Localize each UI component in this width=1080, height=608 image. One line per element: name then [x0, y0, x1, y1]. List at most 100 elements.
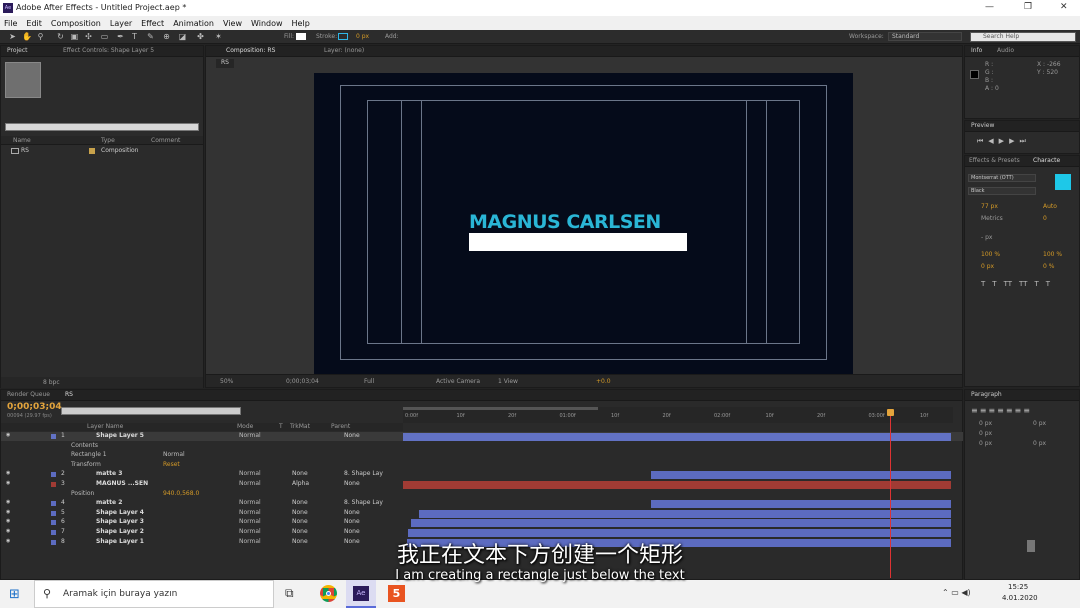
tsume-value[interactable]: 0 % [1043, 263, 1054, 270]
visibility-eye-icon[interactable]: ◉ [6, 528, 10, 534]
timeline-layer-row[interactable]: 7 ◉ Shape Layer 2 Normal None None [1, 528, 963, 537]
menu-help[interactable]: Help [292, 19, 310, 28]
view-select[interactable]: 1 View [498, 378, 518, 385]
timeline-layer-row[interactable]: Rectangle 1 Normal [1, 451, 963, 460]
tab-render-queue[interactable]: Render Queue [7, 390, 50, 400]
camera-select[interactable]: Active Camera [436, 378, 480, 385]
visibility-eye-icon[interactable]: ◉ [6, 470, 10, 476]
visibility-eye-icon[interactable]: ◉ [6, 518, 10, 524]
time-ruler[interactable]: 0:00f 10f 20f 01:00f 10f 20f 02:00f 10f 20f 03:00… [403, 407, 953, 423]
work-area-bar[interactable] [403, 407, 598, 410]
horizontal-scale-value[interactable]: 100 % [1043, 251, 1062, 258]
visibility-eye-icon[interactable]: ◉ [6, 499, 10, 505]
selection-tool-icon[interactable]: ➤ [8, 32, 17, 41]
layer-label-swatch[interactable] [51, 472, 56, 478]
col-parent[interactable]: Parent [331, 423, 350, 430]
visibility-eye-icon[interactable]: ◉ [6, 480, 10, 486]
text-fill-swatch[interactable] [1055, 174, 1071, 190]
tab-layer[interactable]: Layer: (none) [324, 46, 364, 56]
layer-label-swatch[interactable] [51, 510, 56, 516]
visibility-eye-icon[interactable]: ◉ [6, 432, 10, 438]
project-item-rs[interactable]: RS Composition [1, 147, 203, 156]
tray-icons[interactable]: ⌃ ▭ ◀) [942, 588, 971, 597]
project-search-input[interactable] [5, 123, 199, 131]
layer-duration-bar[interactable] [411, 519, 951, 528]
type-tool-icon[interactable]: T [130, 32, 139, 41]
comp-viewer-canvas[interactable]: MAGNUS CARLSEN [314, 73, 853, 374]
zoom-tool-icon[interactable]: ⚲ [36, 32, 45, 41]
menu-view[interactable]: View [223, 19, 242, 28]
timeline-layer-row[interactable]: Transform Reset [1, 461, 963, 470]
col-comment[interactable]: Comment [151, 137, 180, 144]
task-view-icon[interactable]: ⧉ [285, 586, 294, 601]
comp-rectangle-shape[interactable] [469, 233, 687, 251]
indent-left-value[interactable]: 0 px [979, 420, 992, 427]
preview-controls[interactable]: ⏮◀▶▶⏭ [977, 137, 1031, 146]
pen-tool-icon[interactable]: ✒ [116, 32, 125, 41]
taskbar-search-box[interactable]: ⚲ Aramak için buraya yazın [34, 580, 274, 608]
brush-tool-icon[interactable]: ✎ [146, 32, 155, 41]
tab-preview[interactable]: Preview [971, 121, 994, 131]
comp-breadcrumb[interactable]: RS [216, 59, 234, 68]
layer-duration-bar[interactable] [651, 500, 951, 509]
menu-layer[interactable]: Layer [110, 19, 132, 28]
timeline-timecode[interactable]: 0;00;03;04 [7, 402, 62, 412]
timeline-search-input[interactable] [61, 407, 241, 415]
vertical-scale-value[interactable]: 100 % [981, 251, 1000, 258]
italic-style-button[interactable]: T [992, 280, 996, 288]
tab-effect-controls[interactable]: Effect Controls: Shape Layer 5 [63, 46, 154, 56]
eraser-tool-icon[interactable]: ◪ [178, 32, 187, 41]
font-size-value[interactable]: 77 px [981, 203, 998, 210]
space-after-value[interactable]: 0 px [1033, 440, 1046, 447]
space-before-value[interactable]: 0 px [979, 440, 992, 447]
layer-label-swatch[interactable] [51, 501, 56, 507]
comp-timecode[interactable]: 0;00;03;04 [286, 378, 319, 385]
timeline-layer-row[interactable]: 3 ◉ MAGNUS ...SEN Normal Alpha None [1, 480, 963, 489]
col-t[interactable]: T [279, 423, 283, 430]
menu-effect[interactable]: Effect [141, 19, 164, 28]
tab-audio[interactable]: Audio [997, 46, 1014, 56]
leading-value[interactable]: Auto [1043, 203, 1057, 210]
layer-label-swatch[interactable] [51, 520, 56, 526]
rectangle-tool-icon[interactable]: ▭ [100, 32, 109, 41]
timeline-layer-row[interactable]: Position 940.0,568.0 [1, 490, 963, 499]
indent-first-value[interactable]: 0 px [979, 430, 992, 437]
visibility-eye-icon[interactable]: ◉ [6, 509, 10, 515]
minimize-icon[interactable]: — [985, 2, 994, 12]
bpc-label[interactable]: 8 bpc [43, 379, 60, 386]
tracking-value[interactable]: 0 [1043, 215, 1047, 222]
tab-info[interactable]: Info [971, 46, 982, 56]
layer-label-swatch[interactable] [51, 530, 56, 535]
alignment-buttons[interactable]: ≡≡≡≡≡≡≡ [971, 406, 1032, 415]
menu-edit[interactable]: Edit [26, 19, 42, 28]
tab-project[interactable]: Project [7, 46, 28, 56]
layer-duration-bar[interactable] [419, 509, 951, 518]
menu-composition[interactable]: Composition [51, 19, 101, 28]
tab-paragraph[interactable]: Paragraph [971, 390, 1002, 400]
add-label[interactable]: Add: [385, 33, 399, 40]
stroke-width[interactable]: 0 px [356, 33, 369, 40]
pan-behind-tool-icon[interactable]: ✣ [84, 32, 93, 41]
superscript-style-button[interactable]: T [1034, 280, 1038, 288]
baseline-shift-value[interactable]: 0 px [981, 263, 994, 270]
tab-effects-presets[interactable]: Effects & Presets [969, 156, 1020, 166]
stroke-width-value[interactable]: - px [981, 234, 992, 241]
bold-style-button[interactable]: T [981, 280, 985, 288]
layer-label-swatch[interactable] [51, 482, 56, 487]
timeline-layer-row[interactable]: 4 ◉ matte 2 Normal None 8. Shape Lay [1, 499, 963, 509]
menu-animation[interactable]: Animation [173, 19, 214, 28]
maximize-icon[interactable]: ❐ [1024, 2, 1032, 12]
smallcaps-style-button[interactable]: TT [1019, 280, 1027, 288]
timeline-layer-row[interactable]: 5 ◉ Shape Layer 4 Normal None None [1, 509, 963, 518]
font-family-select[interactable]: Montserrat (OTT) [968, 174, 1036, 182]
indent-right-value[interactable]: 0 px [1033, 420, 1046, 427]
resolution-select[interactable]: Full [364, 378, 374, 385]
menu-window[interactable]: Window [251, 19, 283, 28]
allcaps-style-button[interactable]: TT [1004, 280, 1012, 288]
menu-file[interactable]: File [4, 19, 17, 28]
font-style-select[interactable]: Black [968, 187, 1036, 195]
layer-duration-bar[interactable] [403, 481, 951, 489]
workspace-select[interactable]: Standard [888, 32, 962, 41]
zoom-select[interactable]: 50% [220, 378, 233, 385]
layer-label-swatch[interactable] [51, 434, 56, 439]
